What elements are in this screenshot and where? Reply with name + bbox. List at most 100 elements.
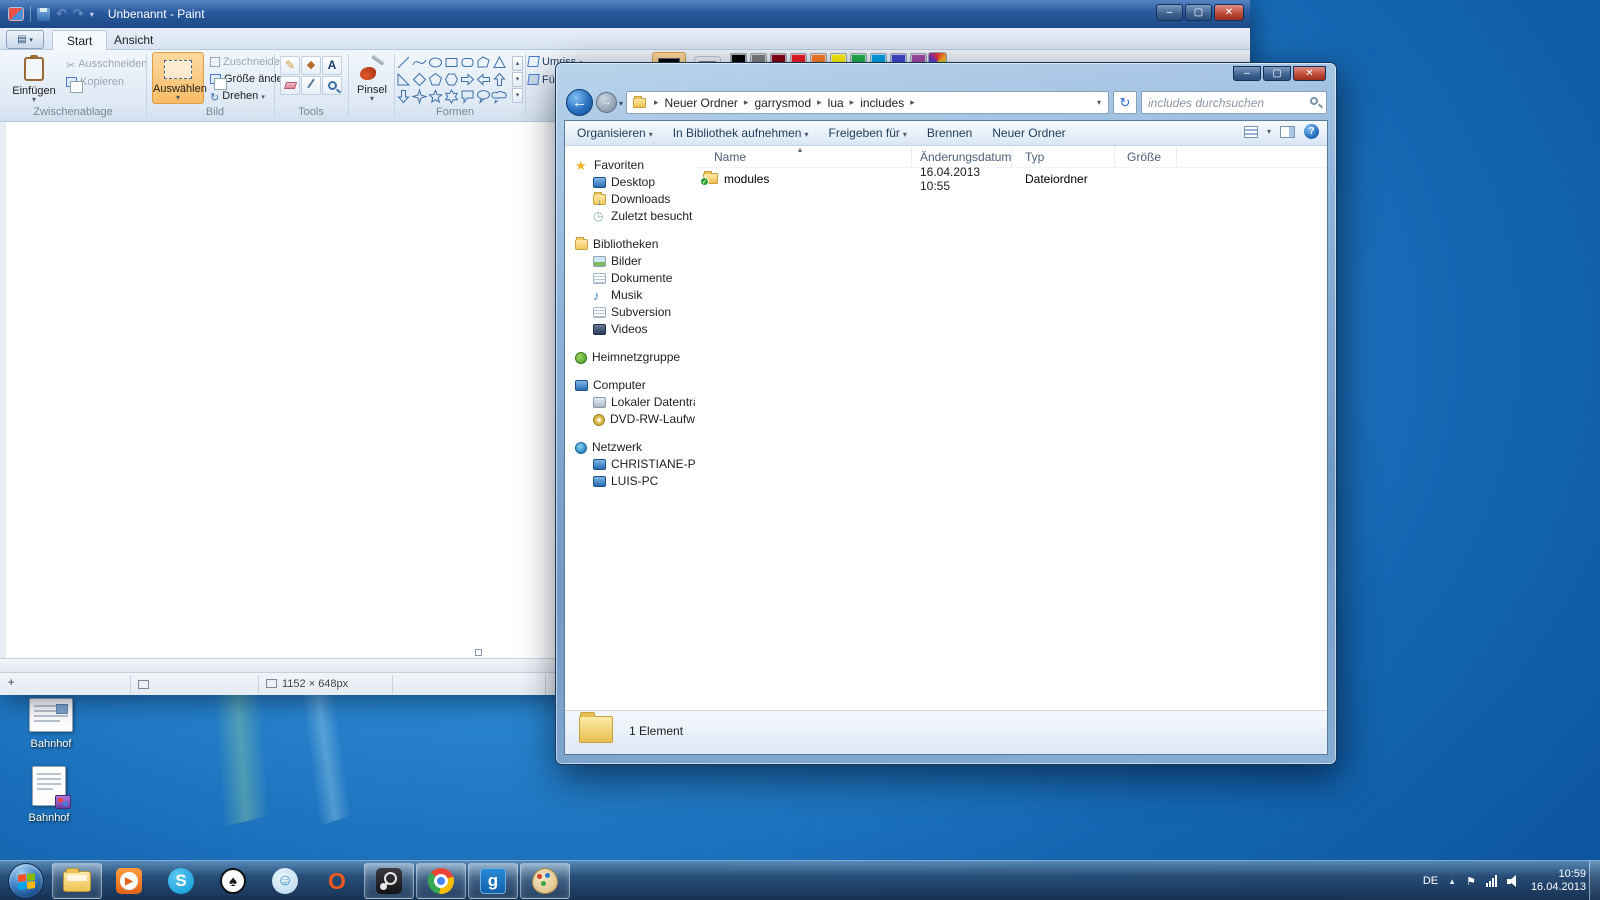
rotate-button[interactable]: ↻Drehen ▾ [210,90,265,106]
paste-button[interactable]: Einfügen ▾ [8,52,60,104]
breadcrumb-dropdown-icon[interactable]: ▾ [1097,98,1108,107]
sidebar-section-bibliotheken[interactable]: Bibliotheken [565,236,695,253]
breadcrumb-segment[interactable]: lua [824,96,848,110]
taskbar-button-paint[interactable] [520,863,570,899]
save-icon[interactable] [37,8,50,21]
close-button[interactable]: ✕ [1214,4,1244,21]
redo-icon[interactable]: ↷ [73,6,84,22]
sidebar-item-luis-pc[interactable]: LUIS-PC [565,473,695,490]
copy-button[interactable]: Kopieren [66,76,124,92]
action-center-flag-icon[interactable]: ⚑ [1466,875,1476,888]
taskbar-button-steam[interactable] [364,863,414,899]
fill-tool[interactable]: ◆ [301,56,321,75]
breadcrumb-segment[interactable]: garrysmod [750,96,815,110]
eraser-tool[interactable] [280,76,300,95]
shapes-scroll-down-icon[interactable]: ▾ [512,72,523,87]
shapes-scroll-up-icon[interactable]: ▴ [512,56,523,71]
minimize-button[interactable]: – [1233,66,1261,81]
toolbar-in-bibliothek-aufnehmen[interactable]: In Bibliothek aufnehmen▾ [673,126,809,140]
column-header-name[interactable]: Name [695,147,912,167]
maximize-button[interactable]: ▢ [1185,4,1212,21]
sidebar-item-subversion[interactable]: Subversion [565,304,695,321]
change-view-icon[interactable] [1244,126,1258,138]
paint-title-bar[interactable]: ↶ ↷ ▾ Unbenannt - Paint – ▢ ✕ [0,0,1250,28]
maximize-button[interactable]: ▢ [1263,66,1291,81]
taskbar-button-chrome[interactable] [416,863,466,899]
breadcrumb-segment[interactable]: includes [856,96,908,110]
view-dropdown-icon[interactable]: ▾ [1267,127,1271,136]
search-box[interactable] [1141,91,1327,114]
tray-clock[interactable]: 10:59 16.04.2013 [1531,868,1586,894]
dropdown-icon: ▾ [903,130,907,139]
text-tool[interactable]: A [322,56,342,75]
file-row-modules[interactable]: ✓modules 16.04.2013 10:55 Dateiordner [695,168,1327,189]
forward-button[interactable]: → [596,92,617,113]
magnifier-tool[interactable] [322,76,342,95]
taskbar-button-media-player[interactable]: ▶ [104,863,154,899]
close-button[interactable]: ✕ [1293,66,1326,81]
desktop-icon-bahnhof-2[interactable]: Bahnhof [14,766,84,824]
toolbar-freigeben-fuer[interactable]: Freigeben für▾ [829,126,907,140]
network-signal-icon[interactable] [1486,875,1497,887]
sidebar-item-desktop[interactable]: Desktop [565,174,695,191]
clipboard-icon [24,57,44,81]
start-button[interactable] [8,863,44,899]
shapes-scrollbar[interactable]: ▴ ▾ ▾ [512,56,523,104]
pencil-tool[interactable]: ✎ [280,56,300,75]
toolbar-brennen[interactable]: Brennen [927,126,972,140]
shapes-scroll-more-icon[interactable]: ▾ [512,88,523,103]
breadcrumb-segment[interactable]: Neuer Ordner [661,96,742,110]
shapes-grid[interactable] [396,55,510,105]
taskbar-button-explorer[interactable] [52,863,102,899]
back-button[interactable]: ← [566,89,593,116]
taskbar-button-origin[interactable]: O [312,863,362,899]
explorer-client-area: Organisieren▾ In Bibliothek aufnehmen▾ F… [564,120,1328,755]
copy-label: Kopieren [80,76,124,88]
minimize-button[interactable]: – [1156,4,1183,21]
show-desktop-button[interactable] [1589,861,1600,900]
toolbar-neuer-ordner[interactable]: Neuer Ordner [992,126,1065,140]
volume-icon[interactable] [1507,875,1521,887]
tab-ansicht[interactable]: Ansicht [100,30,167,50]
taskbar-button-game-emblem[interactable]: ♠ [208,863,258,899]
rotate-icon: ↻ [210,91,219,104]
select-button[interactable]: Auswählen ▾ [152,52,204,104]
sidebar-item-christiane-pc[interactable]: CHRISTIANE-PC [565,456,695,473]
sidebar-item-musik[interactable]: ♪Musik [565,287,695,304]
sidebar-section-favoriten[interactable]: ★Favoriten [565,157,695,174]
toolbar-organisieren[interactable]: Organisieren▾ [577,126,653,140]
refresh-button[interactable]: ↻ [1113,91,1137,114]
sidebar-section-heimnetzgruppe[interactable]: Heimnetzgruppe [565,349,695,366]
sidebar-item-dokumente[interactable]: Dokumente [565,270,695,287]
preview-pane-icon[interactable] [1280,126,1295,138]
column-header-typ[interactable]: Typ [1012,147,1115,167]
sidebar-item-bilder[interactable]: Bilder [565,253,695,270]
taskbar-button-garrysmod[interactable]: g [468,863,518,899]
search-input[interactable] [1148,93,1308,112]
color-picker-tool[interactable] [301,76,321,95]
canvas-resize-handle[interactable] [475,649,482,656]
taskbar-button-uplay[interactable]: ☺ [260,863,310,899]
sidebar-section-netzwerk[interactable]: Netzwerk [565,439,695,456]
desktop-icon-bahnhof-1[interactable]: Bahnhof [16,698,86,750]
sidebar-item-lokaler-datentraeger[interactable]: Lokaler Datenträger [565,394,695,411]
sidebar-section-computer[interactable]: Computer [565,377,695,394]
cut-button[interactable]: ✂Ausschneiden [66,58,147,74]
nav-history-dropdown-icon[interactable]: ▾ [619,99,623,108]
show-hidden-icons[interactable]: ▲ [1448,877,1456,886]
star-icon: ★ [575,160,589,171]
brush-button[interactable]: Pinsel ▾ [352,52,392,104]
qat-dropdown-icon[interactable]: ▾ [90,10,94,19]
breadcrumb[interactable]: ▸ Neuer Ordner ▸ garrysmod ▸ lua ▸ inclu… [626,91,1109,114]
sidebar-item-dvd-laufwerk[interactable]: DVD-RW-Laufwerk ( [565,411,695,428]
sidebar-item-downloads[interactable]: Downloads [565,191,695,208]
language-indicator[interactable]: DE [1423,875,1438,887]
hard-drive-icon [593,397,606,408]
file-menu-button[interactable]: ▤ ▾ [6,30,44,49]
sidebar-item-videos[interactable]: Videos [565,321,695,338]
column-header-groesse[interactable]: Größe [1115,147,1177,167]
taskbar-button-skype[interactable]: S [156,863,206,899]
sidebar-item-zuletzt-besucht[interactable]: ◷Zuletzt besucht [565,208,695,225]
undo-icon[interactable]: ↶ [56,6,67,22]
help-icon[interactable]: ? [1304,124,1319,139]
